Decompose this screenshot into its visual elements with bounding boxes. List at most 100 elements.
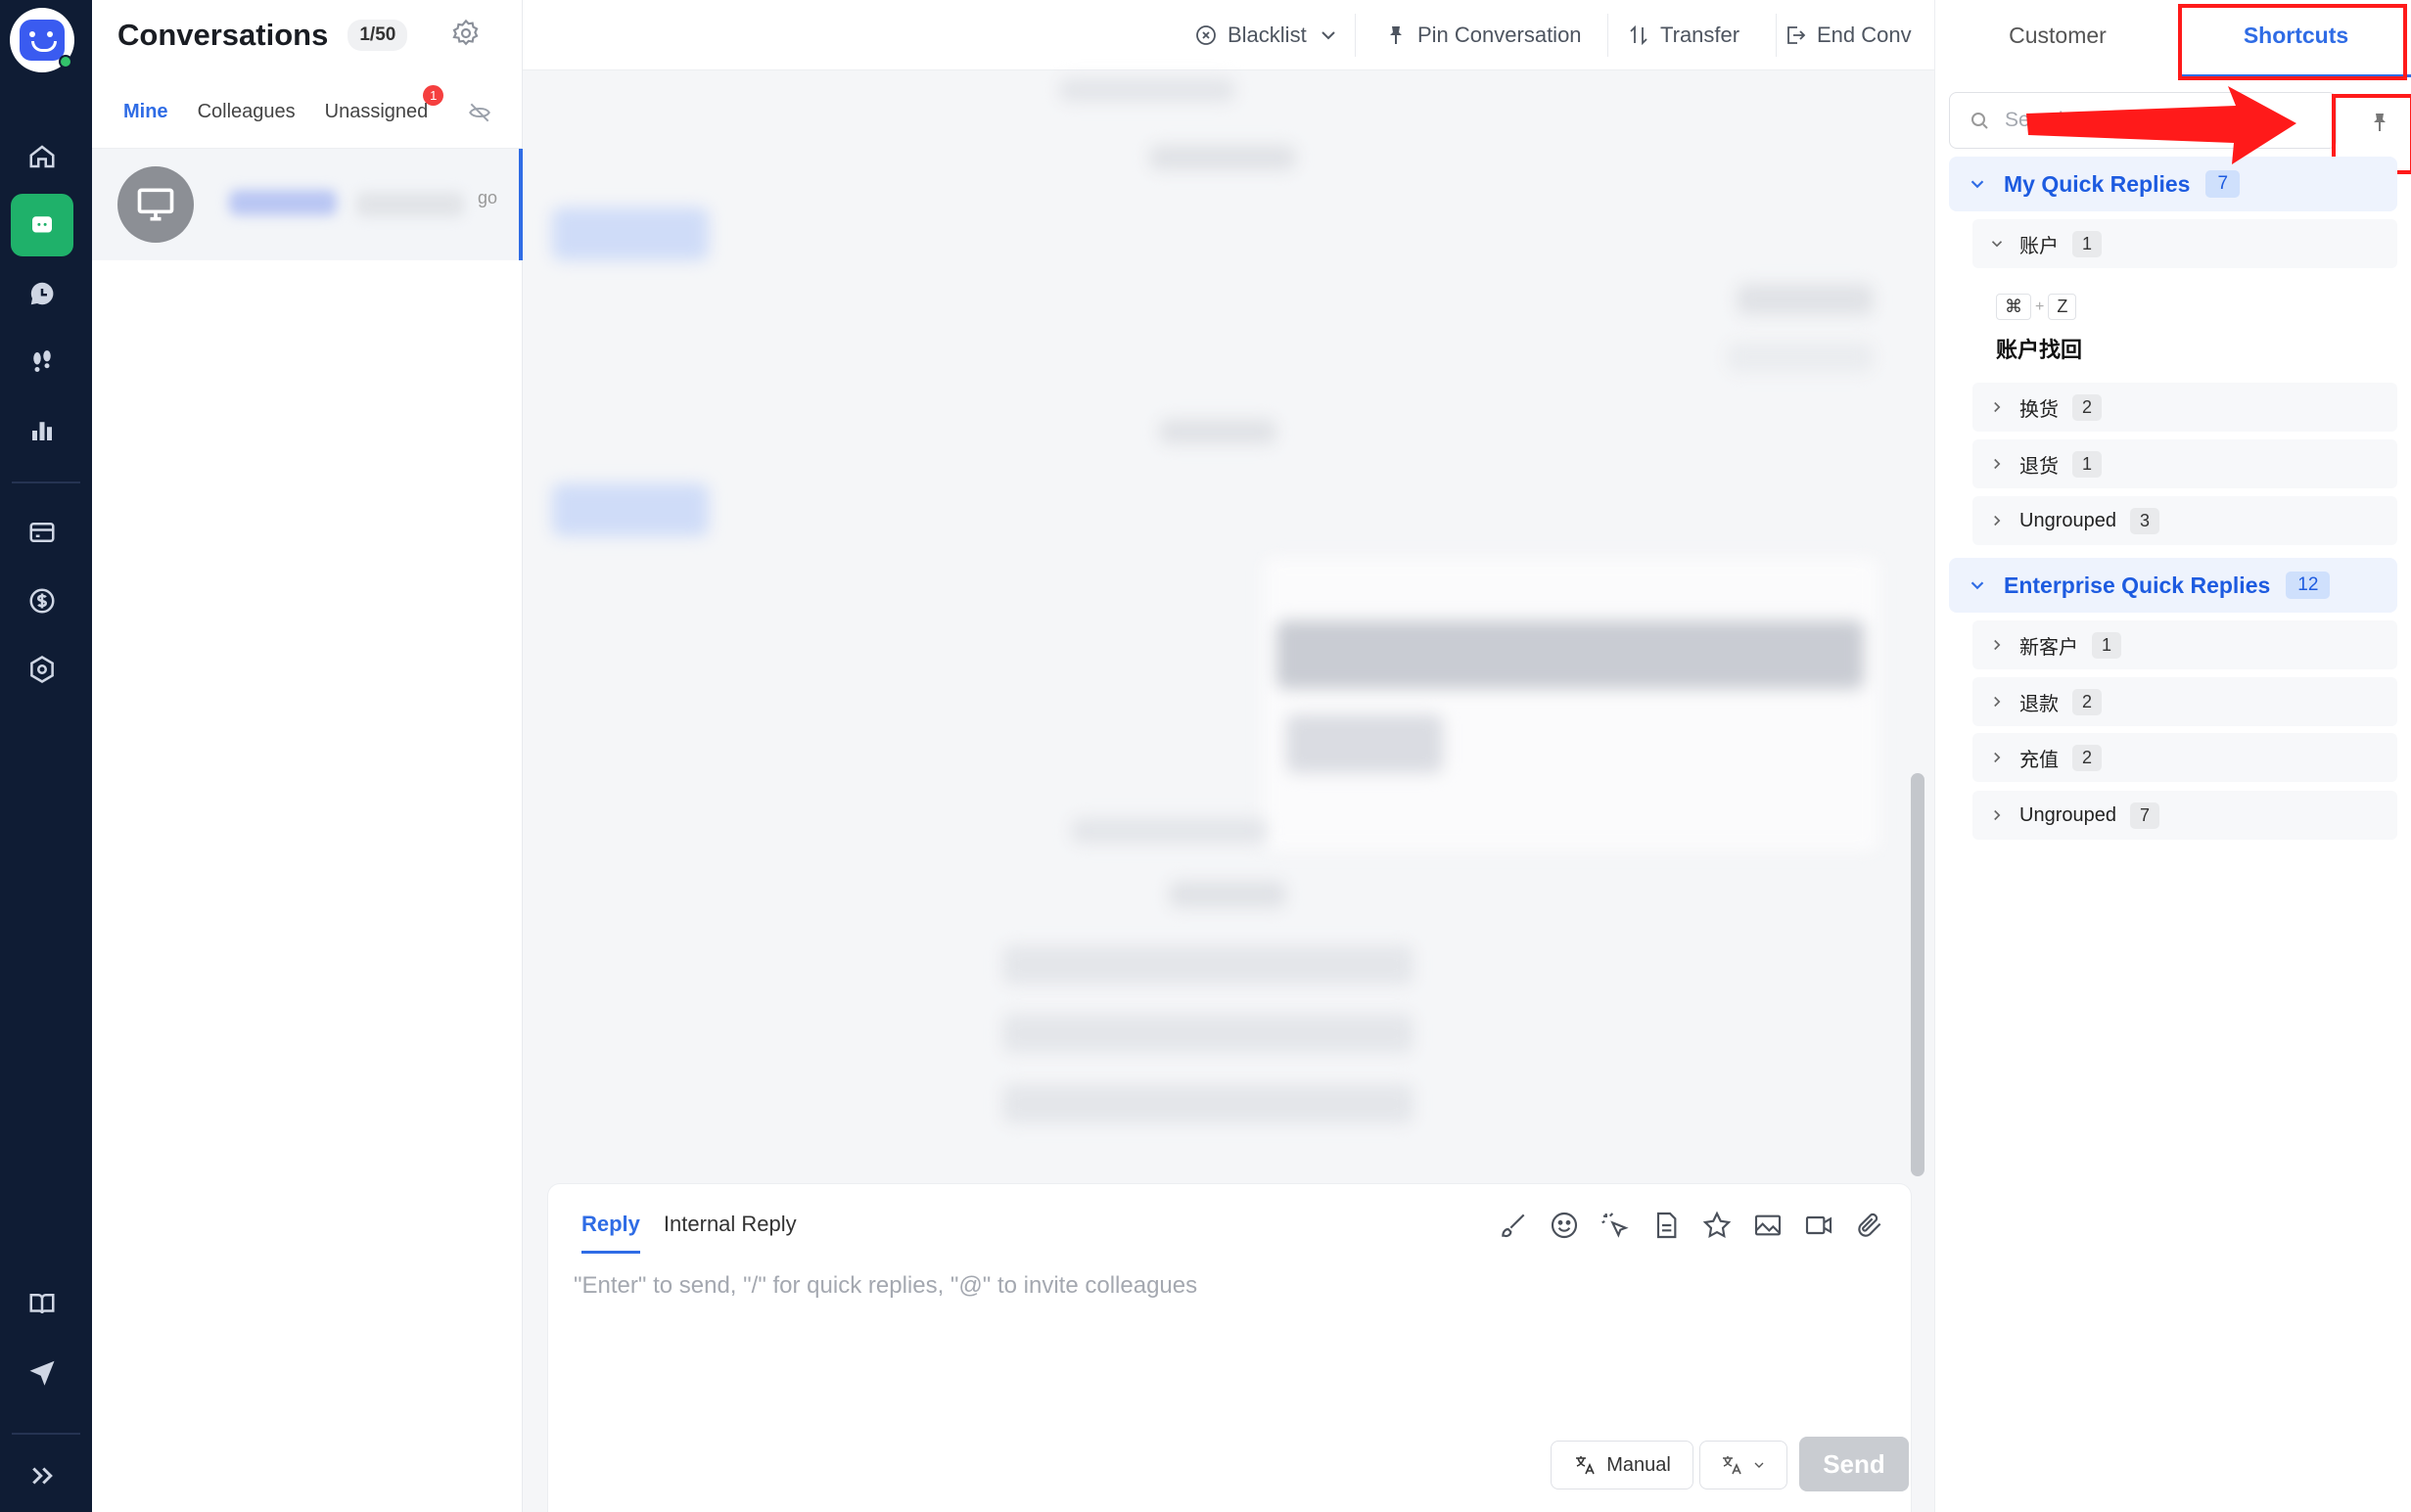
block-circle-icon: [1196, 25, 1216, 45]
composer-tabs: Reply Internal Reply: [581, 1212, 797, 1254]
subgroup-count: 2: [2072, 393, 2103, 421]
subgroup-exchange[interactable]: 换货 2: [1972, 383, 2397, 432]
toolbar-divider: [1607, 14, 1608, 57]
expand-chevrons-icon[interactable]: [11, 1444, 73, 1507]
unassigned-badge: 1: [423, 85, 444, 106]
tab-unassigned-label: Unassigned: [324, 101, 429, 122]
subgroup-return[interactable]: 退货 1: [1972, 439, 2397, 488]
subgroup-label: 充值: [2019, 749, 2059, 771]
chevron-down-icon: [1754, 1462, 1764, 1468]
blurred-message: [1059, 78, 1235, 102]
book-icon[interactable]: [11, 1272, 73, 1335]
tab-internal-reply[interactable]: Internal Reply: [664, 1212, 797, 1254]
pin-conversation-button[interactable]: Pin Conversation: [1384, 0, 1582, 70]
cursor-click-icon[interactable]: [1600, 1210, 1631, 1241]
app-root: Conversations 1/50 Mine Colleagues Unass…: [0, 0, 2411, 1512]
subgroup-count: 2: [2072, 744, 2103, 771]
home-icon[interactable]: [11, 125, 73, 188]
group-label: My Quick Replies: [2004, 170, 2191, 197]
chat-icon[interactable]: [11, 194, 73, 256]
footprints-icon[interactable]: [11, 331, 73, 393]
shortcuts-tab-highlight: [2178, 4, 2407, 80]
chat-scrollbar[interactable]: [1911, 773, 1924, 1176]
subgroup-new-customer[interactable]: 新客户 1: [1972, 620, 2397, 669]
translate-icon: [1723, 1456, 1741, 1475]
blacklist-button[interactable]: Blacklist: [1194, 0, 1340, 70]
tab-mine[interactable]: Mine: [123, 101, 168, 123]
language-select[interactable]: [1699, 1441, 1787, 1489]
subgroup-label: Ungrouped: [2019, 509, 2116, 531]
chat-toolbar: Blacklist Pin Conversation Transfer End …: [523, 0, 1934, 70]
bot-logo-icon: [20, 20, 65, 61]
monitor-icon: [137, 188, 174, 221]
blacklist-label: Blacklist: [1228, 23, 1307, 47]
chevron-right-icon: [1994, 639, 2001, 651]
transfer-button[interactable]: Transfer: [1627, 0, 1739, 70]
star-icon[interactable]: [1701, 1210, 1733, 1241]
blurred-message: [1002, 1084, 1414, 1123]
group-enterprise-quick-replies[interactable]: Enterprise Quick Replies 12: [1949, 558, 2397, 613]
composer-toolbar: [1498, 1210, 1885, 1241]
blurred-preview: [356, 192, 464, 217]
dollar-icon[interactable]: [11, 570, 73, 632]
pin-label: Pin Conversation: [1417, 23, 1582, 47]
tab-reply[interactable]: Reply: [581, 1212, 640, 1254]
settings-hex-icon[interactable]: [11, 638, 73, 701]
subgroup-label: 新客户: [2019, 636, 2078, 659]
hide-eye-icon[interactable]: [467, 100, 492, 125]
app-logo[interactable]: [10, 8, 74, 72]
paperclip-icon[interactable]: [1854, 1210, 1885, 1241]
end-conversation-button[interactable]: End Conv: [1784, 0, 1912, 70]
chat-area: Blacklist Pin Conversation Transfer End …: [523, 0, 1934, 1512]
tab-colleagues[interactable]: Colleagues: [198, 101, 296, 123]
exit-icon: [1787, 26, 1806, 44]
subgroup-count: 1: [2072, 230, 2103, 257]
chevron-down-icon: [1971, 180, 1984, 189]
annotation-arrow-icon: [2026, 86, 2296, 164]
conversation-list-panel: Conversations 1/50 Mine Colleagues Unass…: [92, 0, 523, 1512]
tab-unassigned[interactable]: Unassigned 1: [324, 85, 444, 123]
manual-translate-button[interactable]: Manual: [1551, 1441, 1693, 1489]
brush-icon[interactable]: [1498, 1210, 1529, 1241]
subgroup-label: Ungrouped: [2019, 803, 2116, 826]
key-z: Z: [2048, 294, 2077, 320]
transfer-arrows-icon: [1630, 24, 1647, 46]
online-status-dot: [59, 55, 72, 69]
blurred-message: [1286, 714, 1443, 773]
chevron-down-icon: [1321, 31, 1335, 40]
conversation-tabs: Mine Colleagues Unassigned 1: [92, 76, 523, 149]
history-icon[interactable]: [11, 262, 73, 325]
subgroup-count: 3: [2129, 507, 2159, 534]
toolbar-divider: [1355, 14, 1356, 57]
subgroup-account[interactable]: 账户 1: [1972, 219, 2397, 268]
blurred-message: [552, 483, 709, 536]
subgroup-recharge[interactable]: 充值 2: [1972, 733, 2397, 782]
quick-reply-item[interactable]: 账户找回: [1996, 333, 2082, 364]
document-icon[interactable]: [1650, 1210, 1682, 1241]
send-button[interactable]: Send: [1799, 1437, 1909, 1491]
emoji-icon[interactable]: [1549, 1210, 1580, 1241]
subgroup-ungrouped[interactable]: Ungrouped 7: [1972, 791, 2397, 840]
chevron-right-icon: [1994, 401, 2001, 413]
video-icon[interactable]: [1803, 1210, 1834, 1241]
subgroup-count: 7: [2129, 802, 2159, 829]
conversation-time: go: [478, 188, 498, 207]
subgroup-ungrouped[interactable]: Ungrouped 3: [1972, 496, 2397, 545]
reply-input[interactable]: [574, 1272, 1885, 1419]
subgroup-refund[interactable]: 退款 2: [1972, 677, 2397, 726]
analytics-icon[interactable]: [11, 399, 73, 462]
tab-customer[interactable]: Customer: [1935, 0, 2180, 70]
reply-composer: Reply Internal Reply Manual: [548, 1184, 1911, 1512]
conversation-list-item[interactable]: go: [92, 149, 523, 260]
gear-icon[interactable]: [450, 18, 482, 49]
blurred-message: [1727, 343, 1874, 372]
blurred-message: [1169, 881, 1286, 908]
group-count-badge: 7: [2205, 170, 2241, 198]
blurred-message: [1737, 284, 1874, 315]
group-label: Enterprise Quick Replies: [2004, 572, 2271, 598]
billing-card-icon[interactable]: [11, 501, 73, 564]
send-plane-icon[interactable]: [11, 1341, 73, 1403]
image-icon[interactable]: [1752, 1210, 1784, 1241]
chevron-down-icon: [1971, 581, 1984, 590]
chevron-right-icon: [1994, 458, 2001, 470]
